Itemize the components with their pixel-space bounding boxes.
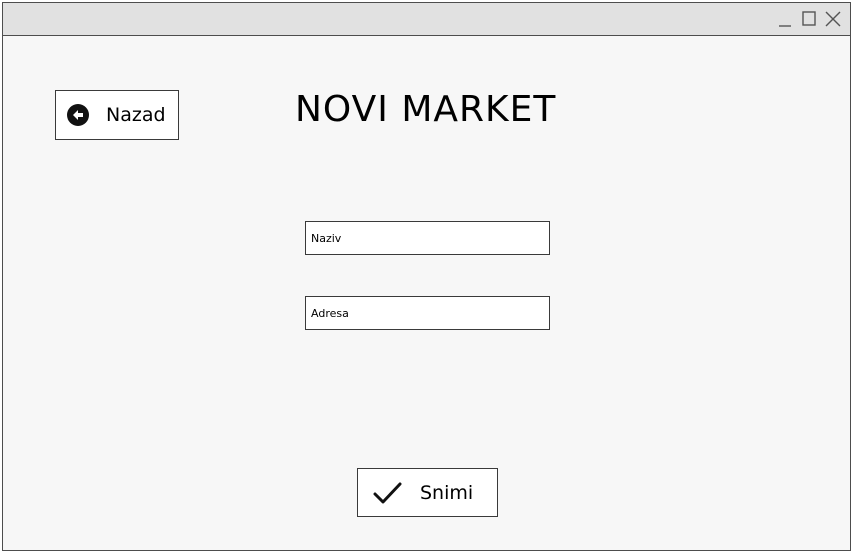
- close-icon[interactable]: [824, 9, 842, 29]
- app-window: Nazad NOVI MARKET Naziv Adresa Snimi: [2, 2, 851, 551]
- page-title: NOVI MARKET: [295, 89, 557, 130]
- arrow-left-circle-icon: [67, 104, 89, 126]
- save-button[interactable]: Snimi: [357, 468, 498, 517]
- save-button-label: Snimi: [420, 481, 474, 504]
- window-titlebar: [3, 3, 850, 36]
- back-button[interactable]: Nazad: [55, 90, 179, 140]
- address-input[interactable]: Adresa: [305, 296, 550, 330]
- minimize-icon[interactable]: [776, 9, 794, 29]
- name-input[interactable]: Naziv: [305, 221, 550, 255]
- checkmark-icon: [372, 481, 404, 505]
- maximize-icon[interactable]: [800, 9, 818, 29]
- back-button-label: Nazad: [106, 104, 166, 126]
